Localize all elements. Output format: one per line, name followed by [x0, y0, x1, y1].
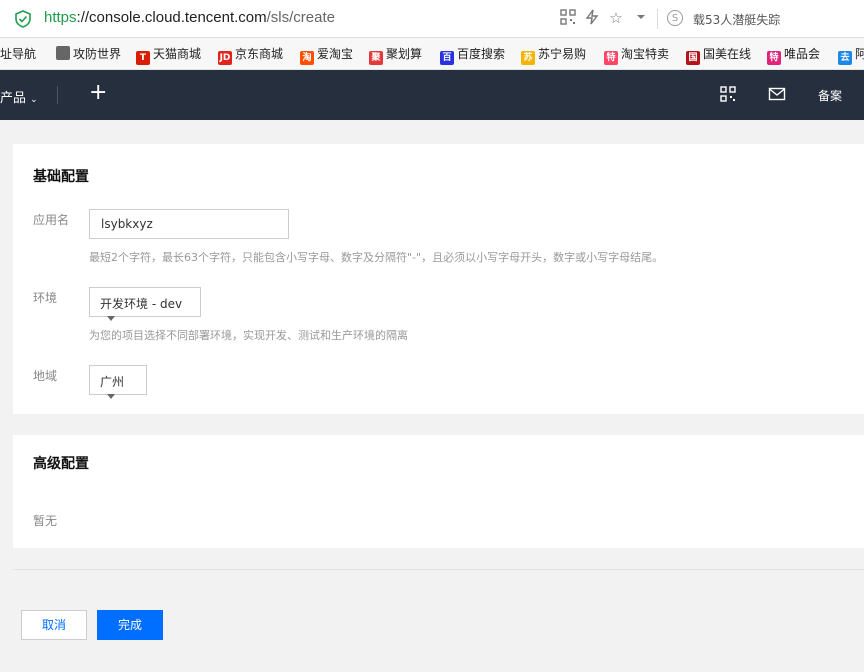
bookmark-favicon-icon: T	[136, 51, 150, 65]
shield-check-icon	[15, 10, 31, 28]
star-icon[interactable]: ☆	[607, 9, 625, 27]
basic-config-card: 基础配置 应用名 lsybkxyz 最短2个字符，最长63个字符，只能包含小写字…	[13, 144, 864, 414]
bookmark-label: 天猫商城	[153, 47, 202, 61]
bookmark-label: 址导航	[0, 47, 37, 61]
app-name-help: 最短2个字符，最长63个字符，只能包含小写字母、数字及分隔符"-"，且必须以小写…	[89, 251, 664, 264]
news-logo-icon: S	[667, 10, 683, 26]
url-scheme: https	[44, 9, 77, 26]
qr-code-icon[interactable]	[719, 85, 737, 103]
bookmark-item[interactable]: 苏苏宁易购	[521, 45, 587, 65]
bookmark-favicon-icon	[56, 46, 70, 60]
basic-config-title: 基础配置	[33, 169, 89, 185]
done-button[interactable]: 完成	[97, 610, 163, 640]
bookmark-item[interactable]: 攻防世界	[56, 45, 121, 63]
bookmark-favicon-icon: JD	[218, 51, 232, 65]
bookmark-favicon-icon: 去	[838, 51, 852, 65]
bookmark-label: 阿	[855, 47, 864, 61]
bookmark-favicon-icon: 淘	[300, 51, 314, 65]
bookmark-item[interactable]: T 天猫商城	[136, 45, 202, 65]
region-select[interactable]: 广州	[89, 365, 147, 399]
bookmark-item[interactable]: 百百度搜索	[440, 45, 506, 65]
beian-link[interactable]: 备案	[818, 87, 842, 104]
bookmark-favicon-icon: 聚	[369, 51, 383, 65]
browser-address-bar: https://console.cloud.tencent.com/sls/cr…	[0, 0, 864, 38]
console-top-nav: 产品 ⌄ + 备案	[0, 70, 864, 120]
bookmarks-bar: 址导航 攻防世界 T 天猫商城 JD 京东商城淘爱淘宝聚聚划算百百度搜索苏苏宁易购特淘宝特…	[0, 38, 864, 70]
products-menu[interactable]: 产品 ⌄	[0, 87, 38, 106]
env-label: 环境	[33, 291, 58, 305]
bookmark-label: 国美在线	[703, 47, 752, 61]
bookmark-favicon-icon: 国	[686, 51, 700, 65]
bookmark-label: 淘宝特卖	[621, 47, 670, 61]
dropdown-arrow-icon[interactable]	[632, 9, 650, 27]
advanced-config-card: 高级配置 暂无	[13, 435, 864, 548]
add-shortcut-icon[interactable]: +	[89, 80, 107, 106]
bookmark-label: 唯品会	[784, 47, 821, 61]
bookmark-item[interactable]: 特唯品会	[767, 45, 821, 65]
env-value: 开发环境 - dev	[100, 297, 183, 311]
bookmark-label: 攻防世界	[73, 47, 122, 61]
app-name-label: 应用名	[33, 213, 70, 227]
bookmark-item[interactable]: 去阿	[838, 45, 864, 65]
bookmark-label: 京东商城	[235, 47, 284, 61]
chevron-down-icon: ⌄	[30, 95, 38, 105]
bookmark-item[interactable]: JD 京东商城	[218, 45, 284, 65]
caret-down-icon	[107, 394, 115, 399]
url-field[interactable]: https://console.cloud.tencent.com/sls/cr…	[44, 9, 335, 26]
cancel-button[interactable]: 取消	[21, 610, 87, 640]
address-bar-divider	[657, 9, 658, 29]
url-path: /sls/create	[266, 9, 335, 26]
bookmark-item[interactable]: 国国美在线	[686, 45, 752, 65]
env-help: 为您的项目选择不同部署环境，实现开发、测试和生产环境的隔离	[89, 329, 408, 342]
mail-icon[interactable]	[768, 85, 786, 103]
footer-divider	[13, 569, 864, 570]
bookmark-label: 聚划算	[386, 47, 423, 61]
advanced-empty-text: 暂无	[33, 514, 58, 528]
qr-code-icon[interactable]	[559, 9, 577, 27]
bookmark-favicon-icon: 百	[440, 51, 454, 65]
bookmark-favicon-icon: 特	[767, 51, 781, 65]
caret-down-icon	[107, 316, 115, 321]
bookmark-item[interactable]: 聚聚划算	[369, 45, 423, 65]
news-ticker[interactable]: 载53人潜艇失踪	[693, 11, 780, 28]
bookmark-item[interactable]: 特淘宝特卖	[604, 45, 670, 65]
advanced-config-title: 高级配置	[33, 456, 89, 472]
url-host: ://console.cloud.tencent.com	[76, 9, 267, 26]
lightning-icon[interactable]	[583, 9, 601, 27]
bookmark-label: 百度搜索	[457, 47, 506, 61]
bookmark-item[interactable]: 淘爱淘宝	[300, 45, 354, 65]
products-label: 产品	[0, 91, 27, 106]
bookmark-label: 爱淘宝	[317, 47, 354, 61]
env-select[interactable]: 开发环境 - dev	[89, 287, 201, 321]
region-value: 广州	[100, 375, 125, 389]
bookmark-favicon-icon: 特	[604, 51, 618, 65]
app-name-input[interactable]: lsybkxyz	[89, 209, 289, 239]
nav-divider	[57, 86, 58, 104]
bookmark-item[interactable]: 址导航	[0, 45, 36, 63]
bookmark-label: 苏宁易购	[538, 47, 587, 61]
bookmark-favicon-icon: 苏	[521, 51, 535, 65]
region-label: 地域	[33, 369, 58, 383]
